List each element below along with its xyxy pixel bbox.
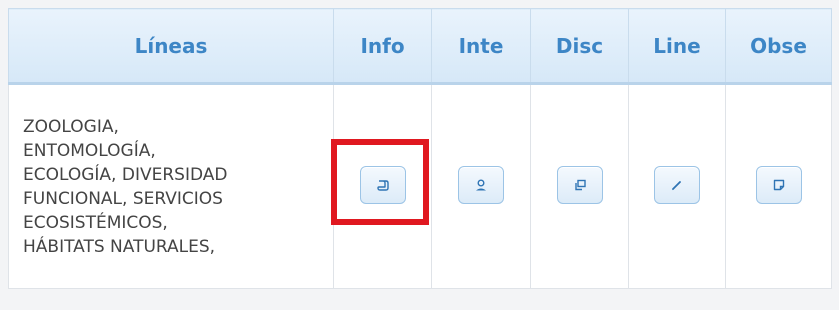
obse-cell (725, 83, 832, 289)
table-header-row: Líneas Info Inte Disc Line Obse (8, 8, 832, 85)
obse-button[interactable] (755, 165, 802, 204)
lineas-text-line: ZOOLOGIA, (23, 116, 119, 137)
disc-button[interactable] (556, 165, 603, 204)
inte-button[interactable] (458, 165, 504, 204)
lineas-text-line: ECOSISTÉMICOS, (23, 212, 168, 233)
header-inte[interactable]: Inte (431, 8, 531, 85)
header-disc[interactable]: Disc (530, 8, 629, 85)
lines-table: Líneas Info Inte Disc Line Obse ZOOLOGIA… (8, 8, 832, 289)
info-cell (333, 83, 432, 289)
pencil-icon (672, 180, 681, 190)
lineas-text-line: ENTOMOLOGÍA, (23, 140, 156, 161)
scroll-icon (376, 179, 389, 191)
lineas-cell: ZOOLOGIA, ENTOMOLOGÍA, ECOLOGÍA, DIVERSI… (8, 83, 334, 289)
inte-cell (431, 83, 531, 289)
info-button[interactable] (359, 165, 406, 204)
table-row: ZOOLOGIA, ENTOMOLOGÍA, ECOLOGÍA, DIVERSI… (8, 83, 832, 289)
person-icon (476, 179, 486, 190)
lineas-text-line: ECOLOGÍA, DIVERSIDAD (23, 164, 228, 185)
header-lineas[interactable]: Líneas (8, 8, 334, 85)
lineas-text-line: FUNCIONAL, SERVICIOS (23, 188, 223, 209)
lineas-text-line: HÁBITATS NATURALES, (23, 236, 216, 257)
header-line[interactable]: Line (628, 8, 726, 85)
header-info[interactable]: Info (333, 8, 432, 85)
line-button[interactable] (654, 165, 700, 204)
note-icon (773, 179, 784, 190)
disc-cell (530, 83, 629, 289)
header-obse[interactable]: Obse (725, 8, 832, 85)
line-cell (628, 83, 726, 289)
copy-icon (574, 179, 586, 190)
